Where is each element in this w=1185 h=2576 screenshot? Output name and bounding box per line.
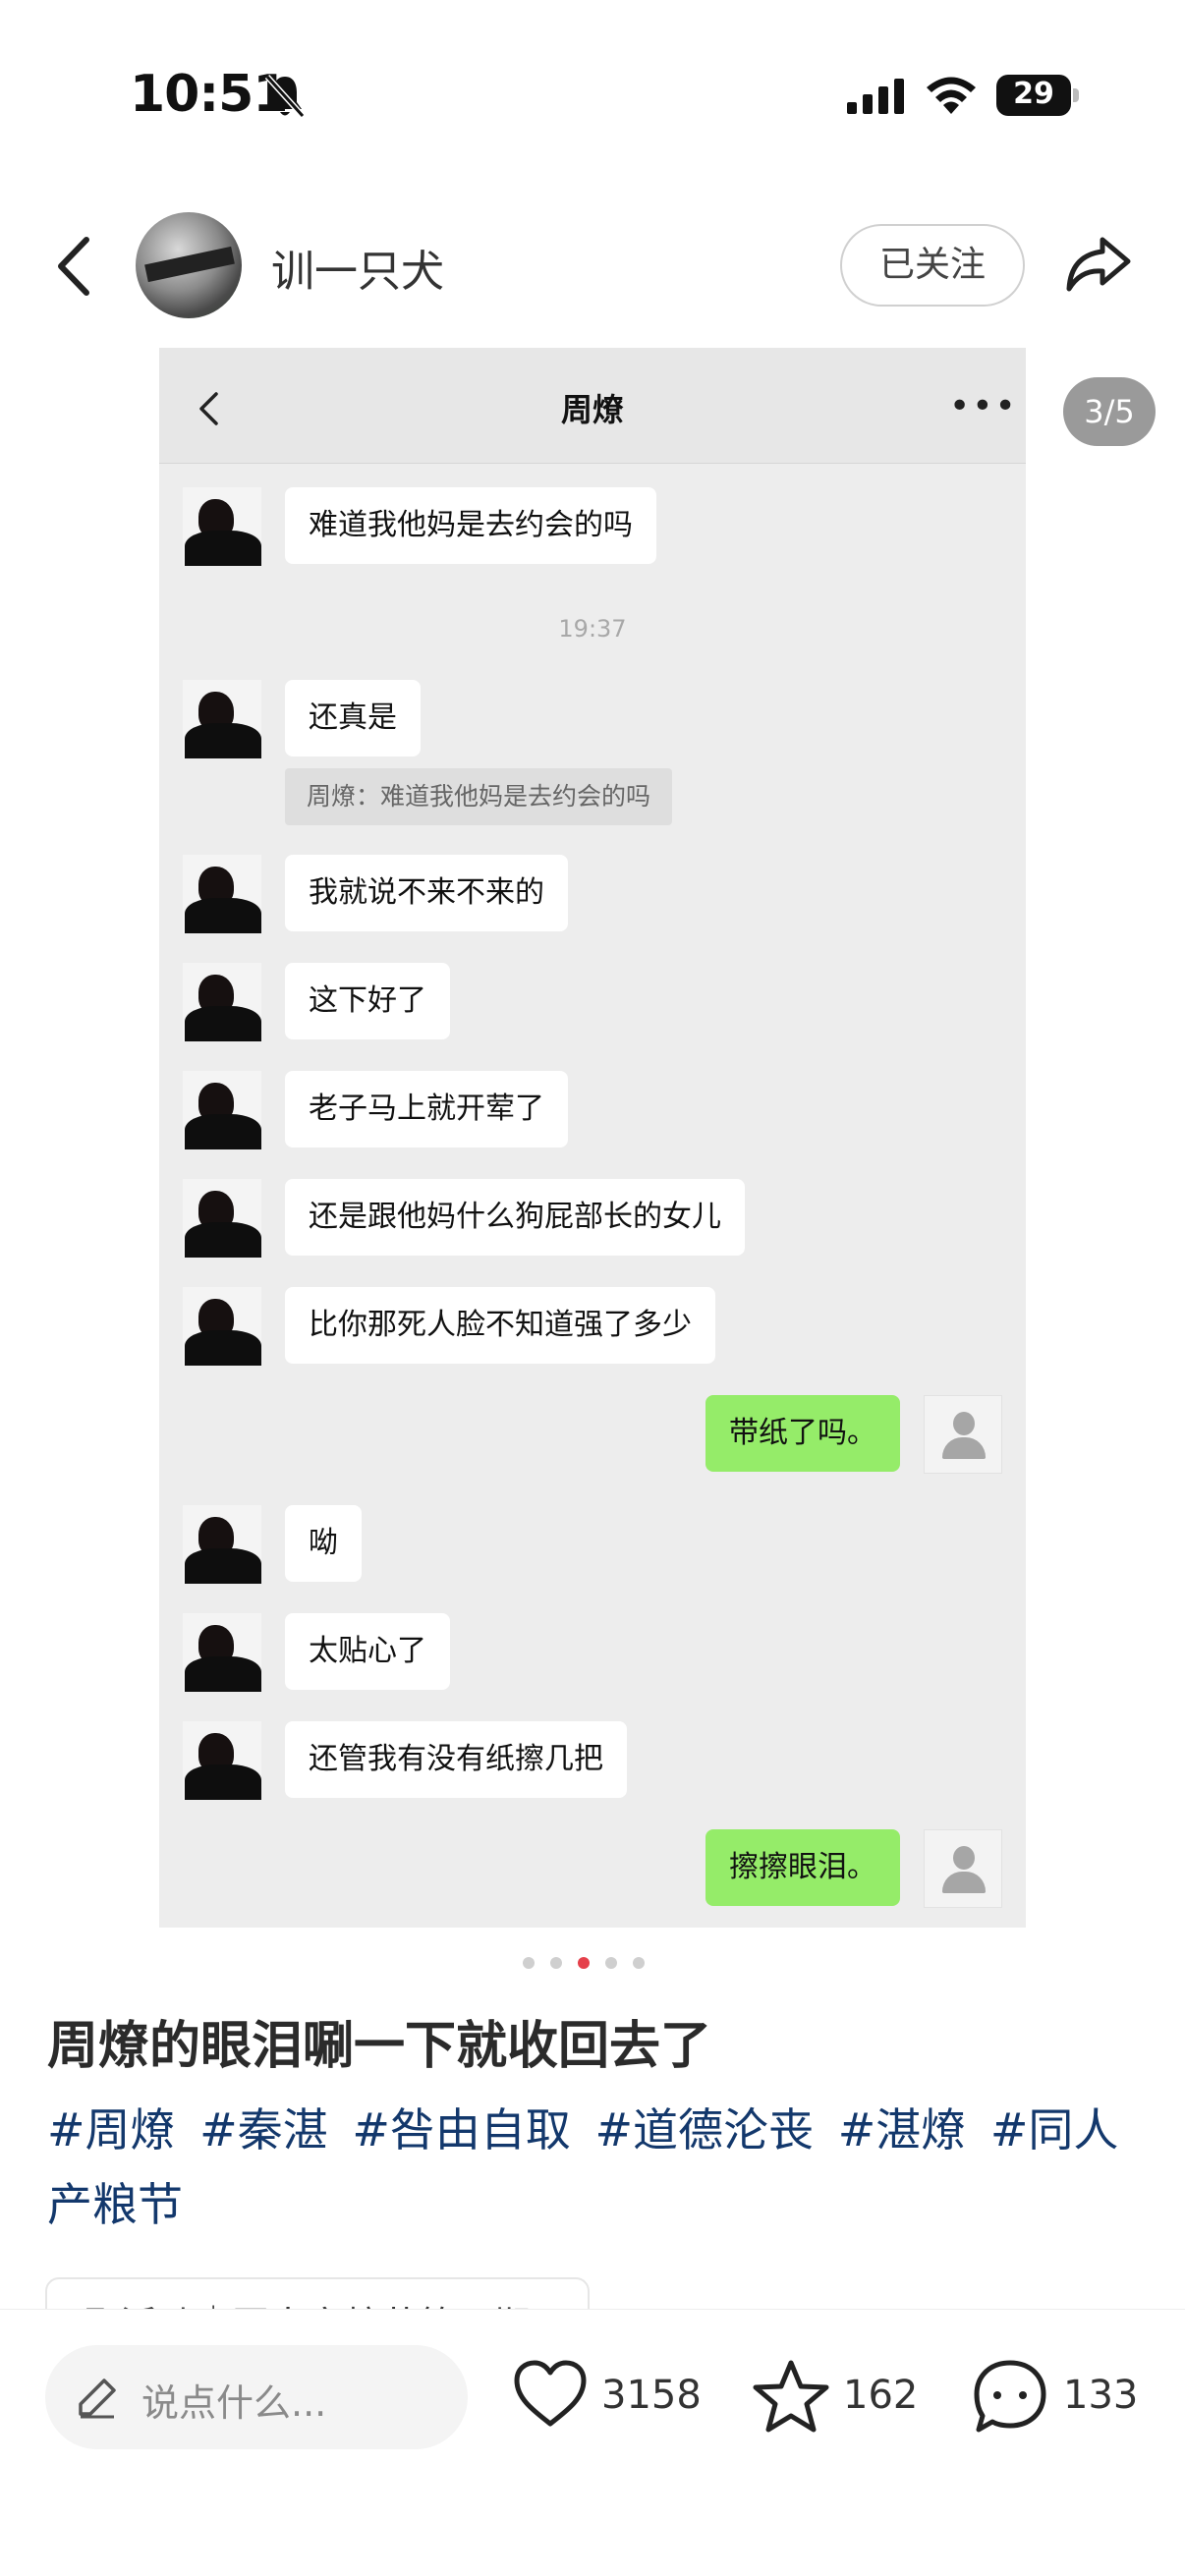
contact-avatar [183,963,261,1041]
wifi-icon [927,77,976,114]
star-icon [753,2360,829,2433]
hashtag-link[interactable]: #秦湛 [199,2103,328,2156]
favorite-count: 162 [843,2373,919,2418]
message-bubble: 我就说不来不来的 [285,855,568,931]
hashtag-link[interactable]: #道德沦丧 [595,2103,815,2156]
post-image[interactable]: 周燎 ••• 难道我他妈是去约会的吗 19:37 还真是 周燎：难道我他妈是去约… [159,348,1026,1928]
chat-title: 周燎 [560,391,624,428]
heart-icon [514,2360,587,2427]
signal-icon [847,79,904,114]
my-avatar [924,1395,1002,1474]
comment-count: 133 [1063,2373,1139,2418]
comment-button[interactable]: 133 [973,2353,1140,2441]
carousel-dot [523,1957,535,1969]
message-bubble: 还是跟他妈什么狗屁部长的女儿 [285,1179,745,1256]
message-bubble: 太贴心了 [285,1613,450,1690]
post-title: 周燎的眼泪唰一下就收回去了 [47,2017,712,2076]
battery-indicator: 29 [996,75,1079,116]
battery-level: 29 [1013,77,1054,111]
like-button[interactable]: 3158 [513,2353,702,2441]
my-avatar [924,1829,1002,1908]
carousel-dots [523,1955,662,1971]
time-divider: 19:37 [558,615,627,643]
carousel-dot [633,1957,645,1969]
contact-avatar [183,1287,261,1366]
message-bubble: 还管我有没有纸擦几把 [285,1721,627,1798]
message-bubble: 比你那死人脸不知道强了多少 [285,1287,715,1364]
share-icon[interactable] [1061,226,1136,301]
favorite-button[interactable]: 162 [753,2353,920,2441]
battery-cap [1073,88,1079,102]
message-bubble: 难道我他妈是去约会的吗 [285,487,656,564]
comment-input[interactable]: 说点什么... [45,2345,468,2449]
contact-avatar [183,487,261,566]
contact-avatar [183,855,261,933]
comment-placeholder: 说点什么... [141,2381,327,2425]
carousel-dot [550,1957,562,1969]
carousel-dot [605,1957,617,1969]
my-message-bubble: 擦擦眼泪。 [705,1829,900,1906]
image-page-counter: 3/5 [1063,377,1156,446]
bell-muted-icon [264,74,306,119]
message-bubble: 呦 [285,1505,362,1582]
message-bubble: 老子马上就开荤了 [285,1071,568,1148]
chat-header: 周燎 ••• [159,348,1026,464]
contact-avatar [183,1505,261,1584]
contact-avatar [183,1613,261,1692]
hashtag-link[interactable]: #周燎 [47,2103,176,2156]
hashtag-link[interactable]: #咎由自取 [352,2103,571,2156]
contact-avatar [183,1071,261,1149]
quoted-message: 周燎：难道我他妈是去约会的吗 [285,768,673,825]
status-bar: 10:51 29 [0,0,1185,187]
carousel-dot-active [578,1957,590,1969]
message-bubble: 还真是 [285,680,421,756]
author-name[interactable]: 训一只犬 [271,236,444,299]
message-bubble: 这下好了 [285,963,450,1039]
contact-avatar [183,1179,261,1258]
author-avatar[interactable] [136,212,242,318]
follow-button[interactable]: 已关注 [840,224,1025,307]
like-count: 3158 [601,2373,702,2418]
hashtag-link[interactable]: #湛燎 [838,2103,967,2156]
bottom-action-bar: 说点什么... 3158 162 133 [0,2309,1185,2576]
more-icon: ••• [949,386,1018,426]
contact-avatar [183,680,261,758]
comment-bubble-icon [974,2360,1046,2433]
my-message-bubble: 带纸了吗。 [705,1395,900,1472]
contact-avatar [183,1721,261,1800]
tag-list: #周燎 #秦湛 #咎由自取 #道德沦丧 #湛燎 #同人产粮节 [47,2093,1148,2242]
pencil-icon [79,2379,116,2419]
post-header: 训一只犬 已关注 [0,196,1185,334]
back-button[interactable] [49,232,98,301]
